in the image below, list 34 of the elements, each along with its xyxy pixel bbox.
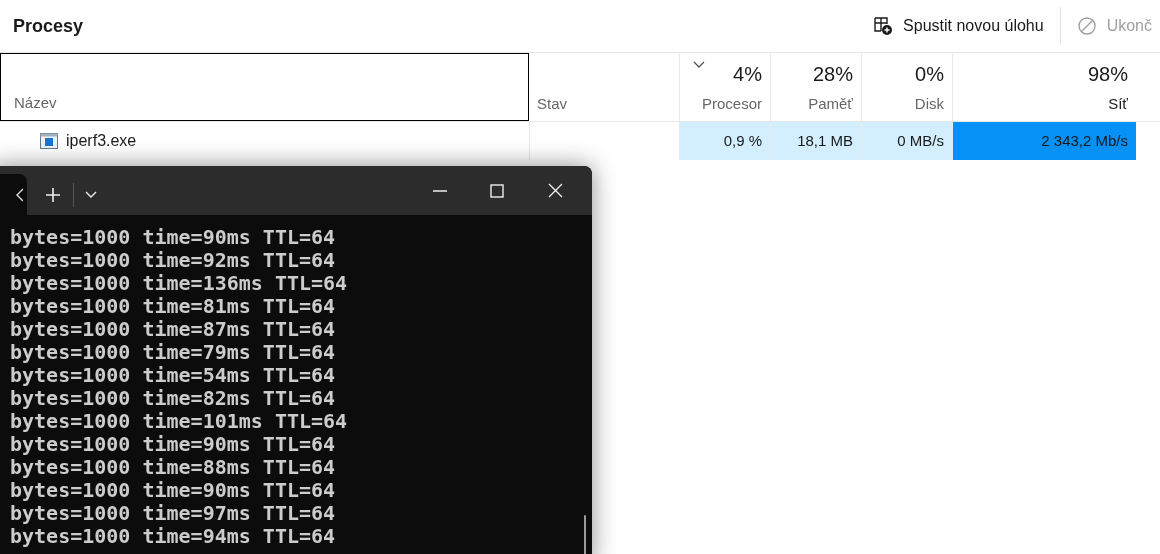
usage-cell: 18,1 MB <box>770 122 861 160</box>
new-task-icon <box>873 16 894 36</box>
column-header[interactable]: 98% Síť <box>952 53 1136 121</box>
page-title: Procesy <box>13 14 84 38</box>
chevron-down-icon[interactable] <box>85 190 97 199</box>
new-task-button[interactable]: Spustit novou úlohu <box>865 6 1052 46</box>
terminal-line: bytes=1000 time=101ms TTL=64 <box>10 410 348 433</box>
terminal-line: bytes=1000 time=136ms TTL=64 <box>10 272 348 295</box>
terminal-line: bytes=1000 time=54ms TTL=64 <box>10 364 336 387</box>
sort-chevron-icon <box>693 61 705 69</box>
usage-cell: 0,9 % <box>679 122 770 160</box>
terminal-line: bytes=1000 time=87ms TTL=64 <box>10 318 336 341</box>
terminal-line: bytes=1000 time=79ms TTL=64 <box>10 341 336 364</box>
terminal-line: bytes=1000 time=92ms TTL=64 <box>10 249 336 272</box>
terminal-line: bytes=1000 time=90ms TTL=64 <box>10 433 336 456</box>
terminal-line: bytes=1000 time=81ms TTL=64 <box>10 295 336 318</box>
usage-cell: 0 MB/s <box>861 122 952 160</box>
terminal-line: bytes=1000 time=94ms TTL=64 <box>10 525 336 548</box>
column-header[interactable]: 4% Procesor <box>679 53 770 121</box>
terminal-line: bytes=1000 time=88ms TTL=64 <box>10 456 336 479</box>
column-header[interactable]: 28% Paměť <box>770 53 861 121</box>
app-window-icon <box>40 133 58 149</box>
terminal-line: bytes=1000 time=90ms TTL=64 <box>10 479 336 502</box>
column-header[interactable]: 0% Disk <box>861 53 952 121</box>
usage-cell: 2 343,2 Mb/s <box>952 122 1136 160</box>
terminal-line: bytes=1000 time=82ms TTL=64 <box>10 387 336 410</box>
plus-icon[interactable] <box>45 186 61 203</box>
column-header[interactable]: Stav <box>529 53 679 121</box>
column-header[interactable]: Název <box>0 53 529 121</box>
terminal-line: bytes=1000 time=90ms TTL=64 <box>10 226 336 249</box>
prohibited-icon <box>1076 16 1097 36</box>
maximize-icon[interactable] <box>490 183 504 198</box>
terminal-tab[interactable] <box>0 174 27 215</box>
terminal-line: bytes=1000 time=97ms TTL=64 <box>10 502 336 525</box>
